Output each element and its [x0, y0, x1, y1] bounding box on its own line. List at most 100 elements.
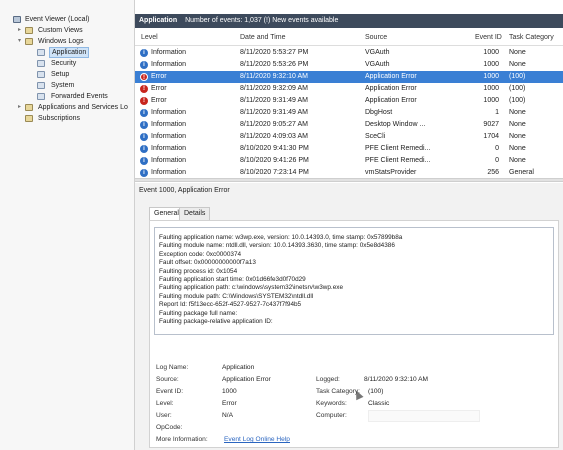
event-row[interactable]: i Information 8/11/2020 5:53:27 PM VGAuth 10… — [135, 47, 563, 59]
opcode-label: OpCode: — [156, 424, 183, 431]
event-task-category: (100) — [509, 97, 526, 104]
event-id: 0 — [495, 145, 499, 152]
tree-item-setup[interactable]: Setup — [0, 69, 134, 80]
column-header-level[interactable]: Level — [141, 30, 158, 46]
event-row[interactable]: i Information 8/10/2020 9:41:30 PM PFE Clie… — [135, 143, 563, 155]
event-log-online-help-link[interactable]: Event Log Online Help — [224, 436, 290, 443]
event-date-time: 8/11/2020 9:32:09 AM — [240, 85, 308, 92]
event-row[interactable]: ! Error 8/11/2020 9:32:09 AM Application Er… — [135, 83, 563, 95]
information-icon: i — [140, 169, 148, 177]
event-level: Information — [151, 49, 187, 56]
event-row[interactable]: i Information 8/11/2020 9:05:27 AM Desktop … — [135, 119, 563, 131]
detail-title: Event 1000, Application Error — [139, 187, 230, 194]
information-icon: i — [140, 109, 148, 117]
tab-details[interactable]: Details — [179, 207, 211, 220]
pane-splitter[interactable] — [135, 178, 563, 182]
event-level: Information — [151, 121, 187, 128]
event-task-category: (100) — [509, 73, 526, 80]
tree-item-custom-views[interactable]: ▸ Custom Views — [0, 25, 134, 36]
column-header-source[interactable]: Source — [365, 30, 387, 46]
log-icon — [37, 71, 45, 78]
column-header-task-category[interactable]: Task Category — [509, 30, 554, 46]
log-name: Application — [139, 17, 178, 24]
tree-item-event-viewer[interactable]: Event Viewer (Local) — [0, 14, 134, 25]
tree-item-label: System — [51, 82, 75, 89]
tree-item-apps-services[interactable]: ▸ Applications and Services Lo — [0, 102, 134, 113]
task-category-value: (100) — [368, 388, 384, 395]
information-icon: i — [140, 157, 148, 165]
event-row[interactable]: ! Error 8/11/2020 9:31:49 AM Application Er… — [135, 95, 563, 107]
tree-item-windows-logs[interactable]: ▾ Windows Logs — [0, 36, 134, 47]
information-icon: i — [140, 145, 148, 153]
event-level: Information — [151, 145, 187, 152]
tree-item-label: Custom Views — [38, 27, 83, 34]
event-id-value: 1000 — [222, 388, 237, 395]
level-value: Error — [222, 400, 237, 407]
event-row[interactable]: i Information 8/11/2020 9:31:49 AM DbgHost 1… — [135, 107, 563, 119]
log-icon — [37, 60, 45, 67]
event-id: 9027 — [483, 121, 499, 128]
tree-item-forwarded-events[interactable]: Forwarded Events — [0, 91, 134, 102]
tree-item-label: Setup — [51, 71, 70, 78]
chevron-right-icon[interactable]: ▸ — [16, 25, 23, 36]
mouse-cursor-icon — [352, 388, 364, 401]
keywords-value: Classic — [368, 400, 390, 407]
error-icon: ! — [140, 73, 148, 81]
column-header-event-id[interactable]: Event ID — [475, 30, 502, 46]
tree-item-application[interactable]: Application — [0, 47, 134, 58]
event-message-box[interactable]: Faulting application name: w3wp.exe, ver… — [154, 227, 554, 335]
event-detail-pane: Event 1000, Application Error General De… — [135, 183, 563, 450]
tree-item-label: Application — [49, 47, 90, 58]
column-header-date-time[interactable]: Date and Time — [240, 30, 286, 46]
log-icon — [37, 49, 45, 56]
event-row[interactable]: i Information 8/11/2020 5:53:26 PM VGAuth 10… — [135, 59, 563, 71]
event-task-category: None — [509, 121, 526, 128]
event-source: PFE Client Remedi... — [365, 157, 431, 164]
chevron-right-icon[interactable]: ▸ — [16, 102, 23, 113]
event-row[interactable]: ! Error 8/11/2020 9:32:10 AM Application Er… — [135, 71, 563, 83]
chevron-down-icon[interactable]: ▾ — [16, 36, 23, 47]
event-id: 1000 — [483, 85, 499, 92]
event-count: Number of events: 1,037 (!) New events a… — [185, 17, 339, 24]
event-date-time: 8/10/2020 9:41:30 PM — [240, 145, 309, 152]
message-line: Faulting package full name: — [159, 309, 238, 317]
event-source: Desktop Window ... — [365, 121, 426, 128]
tree-item-system[interactable]: System — [0, 80, 134, 91]
event-level: Information — [151, 133, 187, 140]
tree-item-label: Subscriptions — [38, 115, 81, 122]
tree-item-subscriptions[interactable]: Subscriptions — [0, 113, 134, 124]
event-viewer-icon — [13, 16, 21, 23]
folder-icon — [25, 104, 33, 111]
event-level: Information — [151, 157, 187, 164]
event-id-label: Event ID: — [156, 388, 184, 395]
event-source: Application Error — [365, 73, 417, 80]
message-line: Faulting application start time: 0x01d66… — [159, 276, 306, 284]
message-line: Exception code: 0xc0000374 — [159, 250, 242, 258]
event-level: Information — [151, 109, 187, 116]
event-id: 1704 — [483, 133, 499, 140]
error-icon: ! — [140, 85, 148, 93]
event-source: Application Error — [365, 85, 417, 92]
event-task-category: None — [509, 49, 526, 56]
event-date-time: 8/11/2020 9:31:49 AM — [240, 97, 308, 104]
event-date-time: 8/11/2020 5:53:26 PM — [240, 61, 309, 68]
message-line: Faulting process id: 0x1054 — [159, 267, 238, 275]
event-task-category: None — [509, 133, 526, 140]
event-row[interactable]: i Information 8/11/2020 4:09:03 AM SceCli 17… — [135, 131, 563, 143]
event-row[interactable]: i Information 8/10/2020 9:41:26 PM PFE Clie… — [135, 155, 563, 167]
tree-item-label: Event Viewer (Local) — [25, 16, 90, 23]
event-date-time: 8/11/2020 9:32:10 AM — [240, 73, 308, 80]
event-date-time: 8/11/2020 5:53:27 PM — [240, 49, 309, 56]
event-source: SceCli — [365, 133, 386, 140]
log-icon — [37, 82, 45, 89]
computer-value-redacted — [368, 410, 480, 422]
more-information-label: More Information: — [156, 436, 208, 443]
event-source: VGAuth — [365, 49, 390, 56]
computer-label: Computer: — [316, 412, 347, 419]
folder-icon — [25, 38, 33, 45]
tree-item-security[interactable]: Security — [0, 58, 134, 69]
message-line: Faulting package-relative application ID… — [159, 318, 273, 326]
grid-header: Level Date and Time Source Event ID Task… — [135, 30, 563, 46]
user-label: User: — [156, 412, 172, 419]
log-name-label: Log Name: — [156, 364, 189, 371]
